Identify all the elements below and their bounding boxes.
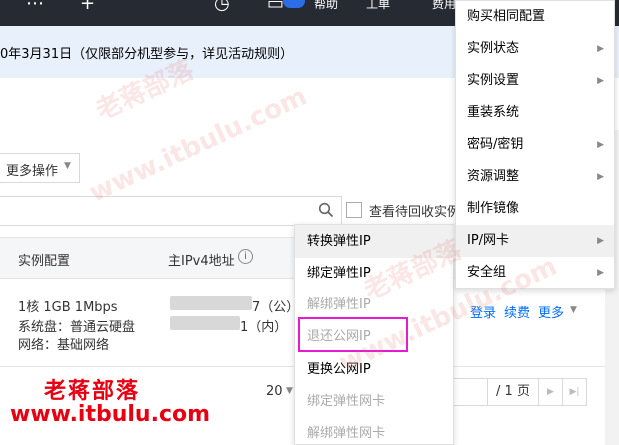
menu-item-resource-adjust[interactable]: 资源调整 ▶ [456, 161, 614, 193]
menu-item-ip-nic[interactable]: IP/网卡 ▶ [456, 225, 614, 257]
last-page-icon[interactable]: ▶| [563, 378, 587, 406]
info-icon[interactable]: i [238, 249, 253, 264]
submenu-item-label: 解绑弹性网卡 [307, 426, 386, 441]
watermark-url: www.itbulu.com [10, 402, 211, 427]
message-icon[interactable]: ▭ [267, 0, 284, 14]
public-ip-redacted [170, 296, 252, 310]
renew-link[interactable]: 续费 [504, 302, 530, 321]
more-actions-link[interactable]: 更多 [538, 302, 564, 321]
menu-item-label: IP/网卡 [467, 233, 510, 248]
menu-item-instance-status[interactable]: 实例状态 ▶ [456, 33, 614, 65]
next-page-icon[interactable]: ▶ [539, 378, 563, 406]
page-number-input[interactable] [453, 378, 487, 406]
menu-item-password-key[interactable]: 密码/密钥 ▶ [456, 129, 614, 161]
submenu-item-unbind-eni[interactable]: 解绑弹性网卡 [295, 417, 455, 445]
private-ip-suffix: 1（内） [240, 320, 288, 335]
menu-item-label: 制作镜像 [467, 201, 520, 216]
banner-text: 0年3月31日（仅限部分机型参与，详见活动规则） [0, 47, 294, 62]
menu-item-reinstall-system[interactable]: 重装系统 [456, 97, 614, 129]
apps-icon[interactable]: ⋯ [26, 0, 44, 14]
search-input[interactable] [0, 196, 342, 226]
chevron-right-icon: ▶ [597, 44, 604, 54]
column-header-ipv4: 主IPv4地址 [168, 254, 235, 269]
total-pages-label: / 1 页 [487, 378, 539, 406]
more-actions-menu: 购买相同配置 实例状态 ▶ 实例设置 ▶ 重装系统 密码/密钥 ▶ 资源调整 ▶ 制作镜… [455, 0, 615, 289]
help-link[interactable]: 帮助 [314, 0, 338, 11]
menu-item-buy-same-config[interactable]: 购买相同配置 [456, 1, 614, 33]
recycle-instances-label: 查看待回收实例 [369, 205, 461, 220]
clock-icon[interactable]: ◷ [214, 0, 230, 14]
column-header-config: 实例配置 [18, 254, 71, 269]
menu-item-label: 实例设置 [467, 73, 520, 88]
public-ip-suffix: 7（公） [252, 300, 300, 315]
chevron-down-icon: ▼ [64, 161, 71, 171]
menu-item-label: 资源调整 [467, 169, 520, 184]
menu-item-create-image[interactable]: 制作镜像 [456, 193, 614, 225]
chevron-down-icon[interactable]: ▼ [570, 305, 577, 315]
search-icon[interactable] [318, 202, 334, 218]
notification-badge [283, 0, 305, 8]
watermark-brand: 老蒋部落 [44, 379, 141, 404]
more-operations-label: 更多操作 [6, 164, 59, 179]
more-operations-button[interactable]: 更多操作 ▼ [0, 153, 80, 183]
chevron-right-icon: ▶ [597, 236, 604, 246]
chevron-right-icon: ▶ [597, 172, 604, 182]
menu-item-label: 密码/密钥 [467, 137, 524, 152]
submenu-item-label: 解绑弹性IP [307, 297, 371, 312]
chevron-down-icon[interactable]: ▼ [286, 386, 293, 396]
menu-item-label: 重装系统 [467, 105, 520, 120]
chevron-right-icon: ▶ [597, 76, 604, 86]
menu-item-label: 购买相同配置 [467, 9, 546, 24]
submenu-item-bind-eni[interactable]: 绑定弹性网卡 [295, 385, 455, 418]
chevron-right-icon: ▶ [597, 140, 604, 150]
plus-icon[interactable]: + [80, 0, 95, 14]
menu-item-label: 实例状态 [467, 41, 520, 56]
ticket-link[interactable]: 工单 [366, 0, 390, 11]
submenu-item-label: 转换弹性IP [307, 234, 371, 249]
config-network: 网络：基础网络 [18, 338, 110, 353]
config-disk: 系统盘：普通云硬盘 [18, 320, 136, 335]
menu-item-instance-settings[interactable]: 实例设置 ▶ [456, 65, 614, 97]
cost-link[interactable]: 费用 [432, 0, 456, 11]
page-size-select[interactable]: 20 [266, 384, 283, 399]
config-spec: 1核 1GB 1Mbps [18, 300, 118, 315]
chevron-right-icon: ▶ [597, 268, 604, 278]
submenu-item-label: 绑定弹性网卡 [307, 394, 386, 409]
private-ip-redacted [170, 316, 240, 330]
recycle-instances-checkbox[interactable] [346, 202, 362, 218]
